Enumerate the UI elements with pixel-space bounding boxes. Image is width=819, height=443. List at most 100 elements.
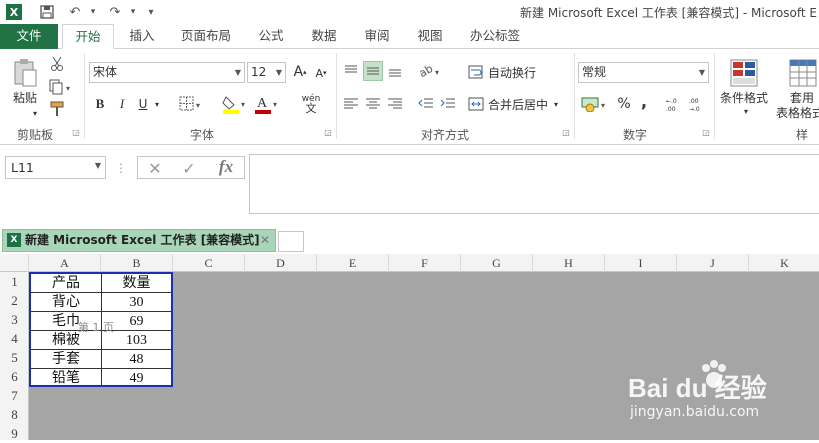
row-header[interactable]: 1: [0, 272, 29, 291]
increase-indent-icon[interactable]: [438, 94, 458, 114]
alignment-launcher-icon[interactable]: ◲: [561, 127, 571, 137]
column-header[interactable]: G: [461, 254, 533, 272]
number-format-select[interactable]: 常规 ▼: [578, 62, 709, 83]
clipboard-launcher-icon[interactable]: ◲: [71, 127, 81, 137]
customize-toolbar-icon[interactable]: ▾: [142, 3, 160, 21]
conditional-formatting-button[interactable]: 条件格式: [718, 89, 770, 105]
comma-style-button[interactable]: ,: [637, 91, 651, 111]
row-header[interactable]: 5: [0, 348, 29, 367]
column-header[interactable]: B: [101, 254, 173, 272]
font-name-select[interactable]: 宋体 ▼: [89, 62, 245, 83]
italic-button[interactable]: I: [114, 95, 130, 113]
paste-icon[interactable]: [10, 57, 40, 89]
align-top-icon[interactable]: [341, 61, 361, 81]
column-header[interactable]: I: [605, 254, 677, 272]
column-header[interactable]: K: [749, 254, 819, 272]
enter-icon[interactable]: ✓: [178, 158, 200, 178]
font-size-select[interactable]: 12 ▼: [247, 62, 286, 83]
row-header[interactable]: 2: [0, 291, 29, 310]
merge-center-button[interactable]: 合并后居中 ▾: [468, 94, 568, 114]
row-header[interactable]: 4: [0, 329, 29, 348]
tab-page-layout[interactable]: 页面布局: [180, 24, 232, 49]
row-header[interactable]: 8: [0, 405, 29, 424]
column-header[interactable]: D: [245, 254, 317, 272]
tab-formulas[interactable]: 公式: [257, 24, 285, 49]
cancel-icon[interactable]: ✕: [144, 158, 166, 178]
table-cell[interactable]: 手套: [31, 350, 102, 369]
tab-office-tab[interactable]: 办公标签: [469, 24, 521, 49]
align-middle-icon[interactable]: [363, 61, 383, 81]
format-as-table-line2[interactable]: 表格格式: [770, 104, 819, 120]
grow-font-button[interactable]: A ▴: [291, 63, 309, 81]
redo-dropdown-icon[interactable]: ▾: [124, 3, 142, 21]
underline-dropdown-icon[interactable]: ▾: [152, 97, 162, 111]
table-header-cell[interactable]: 产品: [31, 274, 102, 293]
align-center-icon[interactable]: [363, 94, 383, 114]
column-header[interactable]: J: [677, 254, 749, 272]
increase-decimal-icon[interactable]: ←.0.00: [665, 94, 685, 114]
redo-icon[interactable]: ↷: [106, 3, 124, 21]
align-bottom-icon[interactable]: [385, 61, 405, 81]
bold-button[interactable]: B: [92, 95, 108, 113]
column-header[interactable]: E: [317, 254, 389, 272]
paste-button[interactable]: 粘贴: [8, 89, 42, 105]
font-launcher-icon[interactable]: ◲: [323, 127, 333, 137]
excel-app-icon[interactable]: X: [6, 4, 22, 20]
row-header[interactable]: 3: [0, 310, 29, 329]
formula-input[interactable]: [249, 154, 819, 214]
select-all-corner[interactable]: [0, 254, 29, 272]
table-cell[interactable]: 背心: [31, 293, 102, 312]
underline-button[interactable]: U: [135, 95, 151, 113]
wrap-text-button[interactable]: 自动换行: [468, 62, 548, 82]
number-launcher-icon[interactable]: ◲: [701, 127, 711, 137]
orientation-icon[interactable]: ab ▾: [416, 61, 444, 81]
copy-icon[interactable]: ▾: [48, 78, 74, 96]
close-icon[interactable]: ✕: [260, 230, 270, 251]
currency-format-icon[interactable]: ▾: [580, 94, 610, 114]
column-header[interactable]: A: [29, 254, 101, 272]
row-header[interactable]: 6: [0, 367, 29, 386]
tab-review[interactable]: 审阅: [363, 24, 391, 49]
workbook-tab[interactable]: X 新建 Microsoft Excel 工作表 [兼容模式] ✕: [2, 229, 276, 252]
table-cell[interactable]: 48: [102, 350, 171, 369]
tab-data[interactable]: 数据: [310, 24, 338, 49]
table-header-cell[interactable]: 数量: [102, 274, 171, 293]
undo-icon[interactable]: ↶: [66, 3, 84, 21]
table-cell[interactable]: 30: [102, 293, 171, 312]
row-header[interactable]: 7: [0, 386, 29, 405]
format-painter-icon[interactable]: [48, 100, 66, 118]
svg-text:ab: ab: [417, 63, 435, 79]
column-header[interactable]: F: [389, 254, 461, 272]
table-cell[interactable]: 49: [102, 369, 171, 387]
borders-icon[interactable]: ▾: [178, 94, 204, 114]
paste-dropdown-icon[interactable]: ▾: [28, 107, 42, 119]
worksheet-grid[interactable]: A B C D E F G H I J K 1 2 3 4 5 6 7 8 9 …: [0, 254, 819, 443]
tab-view[interactable]: 视图: [416, 24, 444, 49]
align-left-icon[interactable]: [341, 94, 361, 114]
column-header[interactable]: H: [533, 254, 605, 272]
tab-home[interactable]: 开始: [62, 24, 114, 49]
tab-insert[interactable]: 插入: [128, 24, 156, 49]
fill-color-icon[interactable]: ▾: [222, 93, 248, 115]
insert-function-icon[interactable]: fx: [213, 157, 239, 177]
tab-file[interactable]: 文件: [0, 24, 58, 49]
conditional-formatting-icon[interactable]: [727, 57, 761, 89]
format-as-table-icon[interactable]: [787, 57, 819, 89]
cut-icon[interactable]: [48, 55, 66, 73]
font-color-icon[interactable]: A ▾: [254, 93, 280, 115]
table-cell[interactable]: 铅笔: [31, 369, 102, 387]
name-box[interactable]: L11 ▼: [5, 156, 106, 179]
new-tab-button[interactable]: [278, 231, 304, 252]
row-header[interactable]: 9: [0, 424, 29, 443]
decrease-decimal-icon[interactable]: .00 →.0: [688, 94, 708, 114]
undo-dropdown-icon[interactable]: ▾: [84, 3, 102, 21]
chevron-down-icon[interactable]: ▾: [741, 105, 751, 117]
decrease-indent-icon[interactable]: [416, 94, 436, 114]
column-header[interactable]: C: [173, 254, 245, 272]
percent-button[interactable]: %: [615, 94, 633, 114]
align-right-icon[interactable]: [385, 94, 405, 114]
save-icon[interactable]: [38, 3, 56, 21]
shrink-font-button[interactable]: A ▾: [313, 64, 329, 82]
formula-bar-options-icon[interactable]: ⋮: [115, 159, 127, 177]
phonetic-guide-button[interactable]: wén 文: [298, 93, 324, 115]
